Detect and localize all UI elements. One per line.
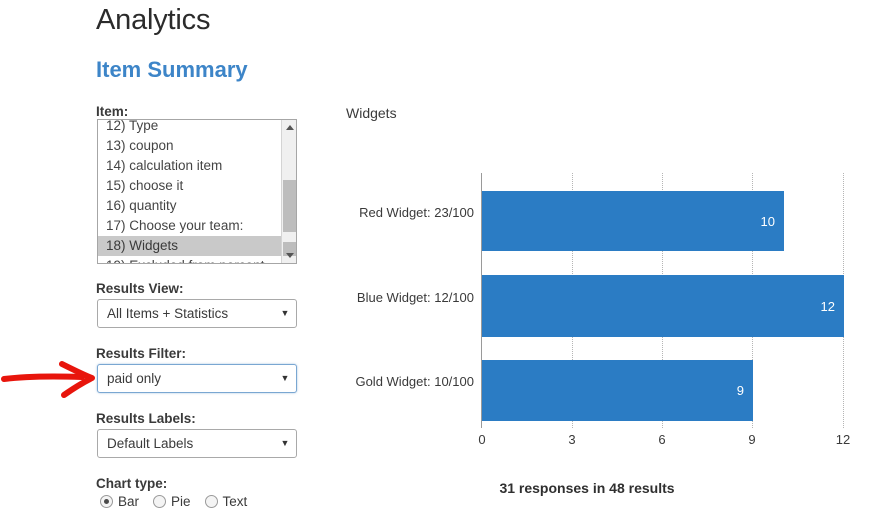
results-filter-select[interactable]: paid only ▼	[97, 364, 297, 393]
item-list[interactable]: 12) Type 13) coupon 14) calculation item…	[98, 120, 282, 263]
chart-footer-text: 31 responses in 48 results	[499, 480, 675, 496]
section-title: Item Summary	[96, 57, 248, 82]
chart-type-option-label: Bar	[118, 494, 140, 509]
results-view-value: All Items + Statistics	[107, 306, 229, 321]
bar-value-label: 10	[760, 213, 775, 229]
chart-bar[interactable]: 9	[482, 360, 753, 421]
list-item[interactable]: 15) choose it	[98, 176, 282, 196]
radio-button-icon[interactable]	[100, 495, 113, 508]
bar-category-label: Gold Widget: 10/100	[355, 374, 474, 389]
scroll-up-arrow-icon[interactable]	[282, 120, 296, 135]
bar-value-label: 12	[820, 298, 835, 314]
list-item[interactable]: 17) Choose your team:	[98, 216, 282, 236]
chart-type-radio-group[interactable]: Bar Pie Text	[100, 494, 257, 509]
chart-title: Widgets	[346, 105, 397, 121]
list-item[interactable]: 13) coupon	[98, 136, 282, 156]
chart-bar[interactable]: 12	[482, 275, 844, 337]
results-labels-value: Default Labels	[107, 436, 194, 451]
list-item[interactable]: 19) Excluded from percent	[98, 256, 282, 263]
analytics-page: Analytics Item Summary Item: 12) Type 13…	[0, 0, 874, 531]
results-view-label: Results View:	[96, 281, 184, 296]
page-title: Analytics	[96, 4, 211, 36]
chart-type-option-label: Text	[222, 494, 248, 509]
bar-value-label: 9	[736, 383, 744, 398]
x-axis-tick-label: 6	[658, 432, 666, 447]
red-arrow-annotation-icon	[1, 361, 95, 398]
results-labels-select[interactable]: Default Labels ▼	[97, 429, 297, 458]
chart-type-option-bar[interactable]: Bar	[100, 494, 139, 509]
chevron-down-icon: ▼	[280, 308, 290, 318]
listbox-scrollbar[interactable]	[281, 120, 296, 263]
chart-type-option-pie[interactable]: Pie	[153, 494, 191, 509]
x-axis-tick-label: 3	[568, 432, 576, 447]
chart-footer: 31 responses in 48 results	[0, 480, 874, 496]
chart-type-option-label: Pie	[171, 494, 191, 509]
results-labels-label: Results Labels:	[96, 411, 196, 426]
chart-type-option-text[interactable]: Text	[204, 494, 248, 509]
x-axis-tick-label: 12	[835, 432, 851, 447]
radio-button-icon[interactable]	[204, 495, 218, 508]
list-item[interactable]: 14) calculation item	[98, 156, 282, 176]
scroll-down-arrow-icon[interactable]	[282, 248, 296, 263]
results-view-select[interactable]: All Items + Statistics ▼	[97, 299, 297, 328]
radio-button-icon[interactable]	[153, 495, 167, 508]
list-item[interactable]: 12) Type	[98, 120, 282, 136]
results-filter-value: paid only	[107, 371, 162, 386]
chevron-down-icon: ▼	[280, 373, 290, 383]
list-item[interactable]: 16) quantity	[98, 196, 282, 216]
bar-category-label: Red Widget: 23/100	[359, 205, 474, 220]
chevron-down-icon: ▼	[280, 438, 290, 448]
bar-category-label: Blue Widget: 12/100	[356, 290, 474, 305]
chart-bar[interactable]: 10	[482, 191, 784, 251]
list-item-selected[interactable]: 18) Widgets	[98, 236, 282, 256]
scrollbar-thumb[interactable]	[283, 180, 296, 232]
x-axis-tick-label: 0	[478, 432, 486, 447]
bar-chart: Red Widget: 23/100 10 Blue Widget: 12/10…	[346, 160, 862, 447]
results-filter-label: Results Filter:	[96, 346, 187, 361]
item-listbox[interactable]: 12) Type 13) coupon 14) calculation item…	[97, 119, 297, 264]
item-label: Item:	[96, 104, 129, 119]
x-axis-tick-label: 9	[748, 432, 756, 447]
